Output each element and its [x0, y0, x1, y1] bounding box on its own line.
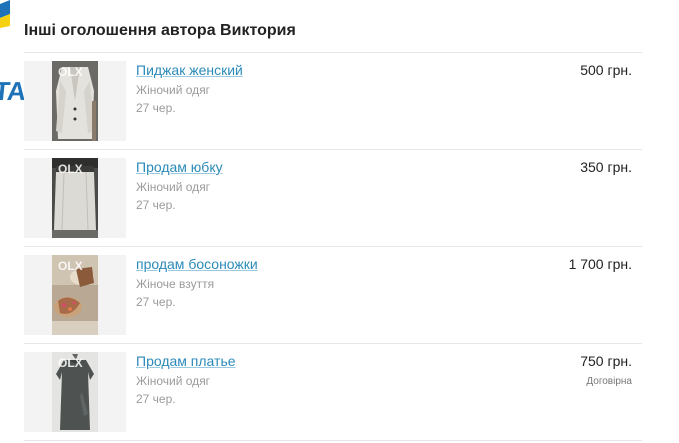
listing-price: 1 700 грн. — [568, 256, 632, 272]
list-item: OLX Продам юбку Жіночий одяг 27 чер. 350… — [24, 150, 642, 247]
negotiable-badge: Договірна — [586, 376, 632, 387]
olx-watermark: OLX — [58, 356, 83, 370]
other-listings-list: OLX Пиджак женский Жіночий одяг 27 чер. … — [24, 53, 642, 441]
listing-date: 27 чер. — [136, 101, 176, 115]
thumbnail-frame[interactable]: OLX — [24, 158, 126, 238]
olx-watermark: OLX — [58, 259, 83, 273]
listing-price: 500 грн. — [580, 62, 632, 78]
thumbnail-frame[interactable]: OLX — [24, 352, 126, 432]
list-item: OLX продам босоножки Жіноче взуття 27 че… — [24, 247, 642, 344]
ukraine-flag-icon — [0, 0, 10, 28]
listing-price: 750 грн. — [580, 353, 632, 369]
skirt-photo[interactable]: OLX — [52, 158, 98, 238]
olx-watermark: OLX — [58, 162, 83, 176]
list-item: OLX Продам платье Жіночий одяг 27 чер. 7… — [24, 344, 642, 441]
listing-title-link[interactable]: продам босоножки — [136, 256, 258, 272]
jacket-photo[interactable]: OLX — [52, 61, 98, 141]
thumbnail-frame[interactable]: OLX — [24, 61, 126, 141]
thumbnail-frame[interactable]: OLX — [24, 255, 126, 335]
olx-watermark: OLX — [58, 65, 83, 79]
listing-title-link[interactable]: Продам платье — [136, 353, 236, 369]
listing-category: Жіночий одяг — [136, 374, 211, 388]
listing-category: Жіночий одяг — [136, 180, 211, 194]
listing-date: 27 чер. — [136, 198, 176, 212]
listing-category: Жіночий одяг — [136, 83, 211, 97]
listing-title-link[interactable]: Продам юбку — [136, 159, 223, 175]
listing-title-link[interactable]: Пиджак женский — [136, 62, 243, 78]
list-item: OLX Пиджак женский Жіночий одяг 27 чер. … — [24, 53, 642, 150]
sandals-photo[interactable]: OLX — [52, 255, 98, 335]
listing-price: 350 грн. — [580, 159, 632, 175]
section-heading: Інші оголошення автора Виктория — [24, 22, 296, 39]
listing-date: 27 чер. — [136, 392, 176, 406]
dress-photo[interactable]: OLX — [52, 352, 98, 432]
listing-category: Жіноче взуття — [136, 277, 215, 291]
listing-date: 27 чер. — [136, 295, 176, 309]
